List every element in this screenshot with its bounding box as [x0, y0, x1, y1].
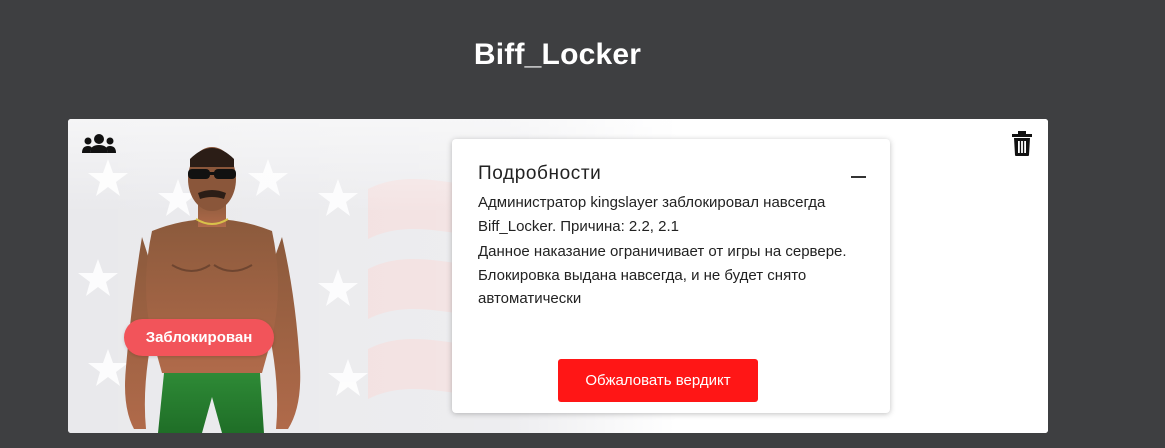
users-icon-glyph — [82, 134, 116, 153]
users-icon[interactable] — [81, 131, 117, 157]
details-card: Подробности Администратор kingslayer заб… — [452, 139, 890, 413]
minus-icon[interactable] — [848, 167, 868, 187]
profile-panel: Заблокирован Подробности Администратор k… — [68, 119, 1048, 433]
ban-description: Администратор kingslayer заблокировал на… — [478, 194, 826, 235]
trash-icon-glyph — [1012, 131, 1032, 156]
details-title: Подробности — [478, 163, 602, 184]
ban-explanation: Данное наказание ограничивает от игры на… — [478, 243, 847, 307]
appeal-button[interactable]: Обжаловать вердикт — [558, 359, 758, 402]
status-badge: Заблокирован — [124, 319, 274, 356]
trash-icon[interactable] — [1011, 131, 1033, 157]
character-skin-image — [125, 147, 301, 433]
page-title: Biff_Locker — [473, 38, 642, 71]
